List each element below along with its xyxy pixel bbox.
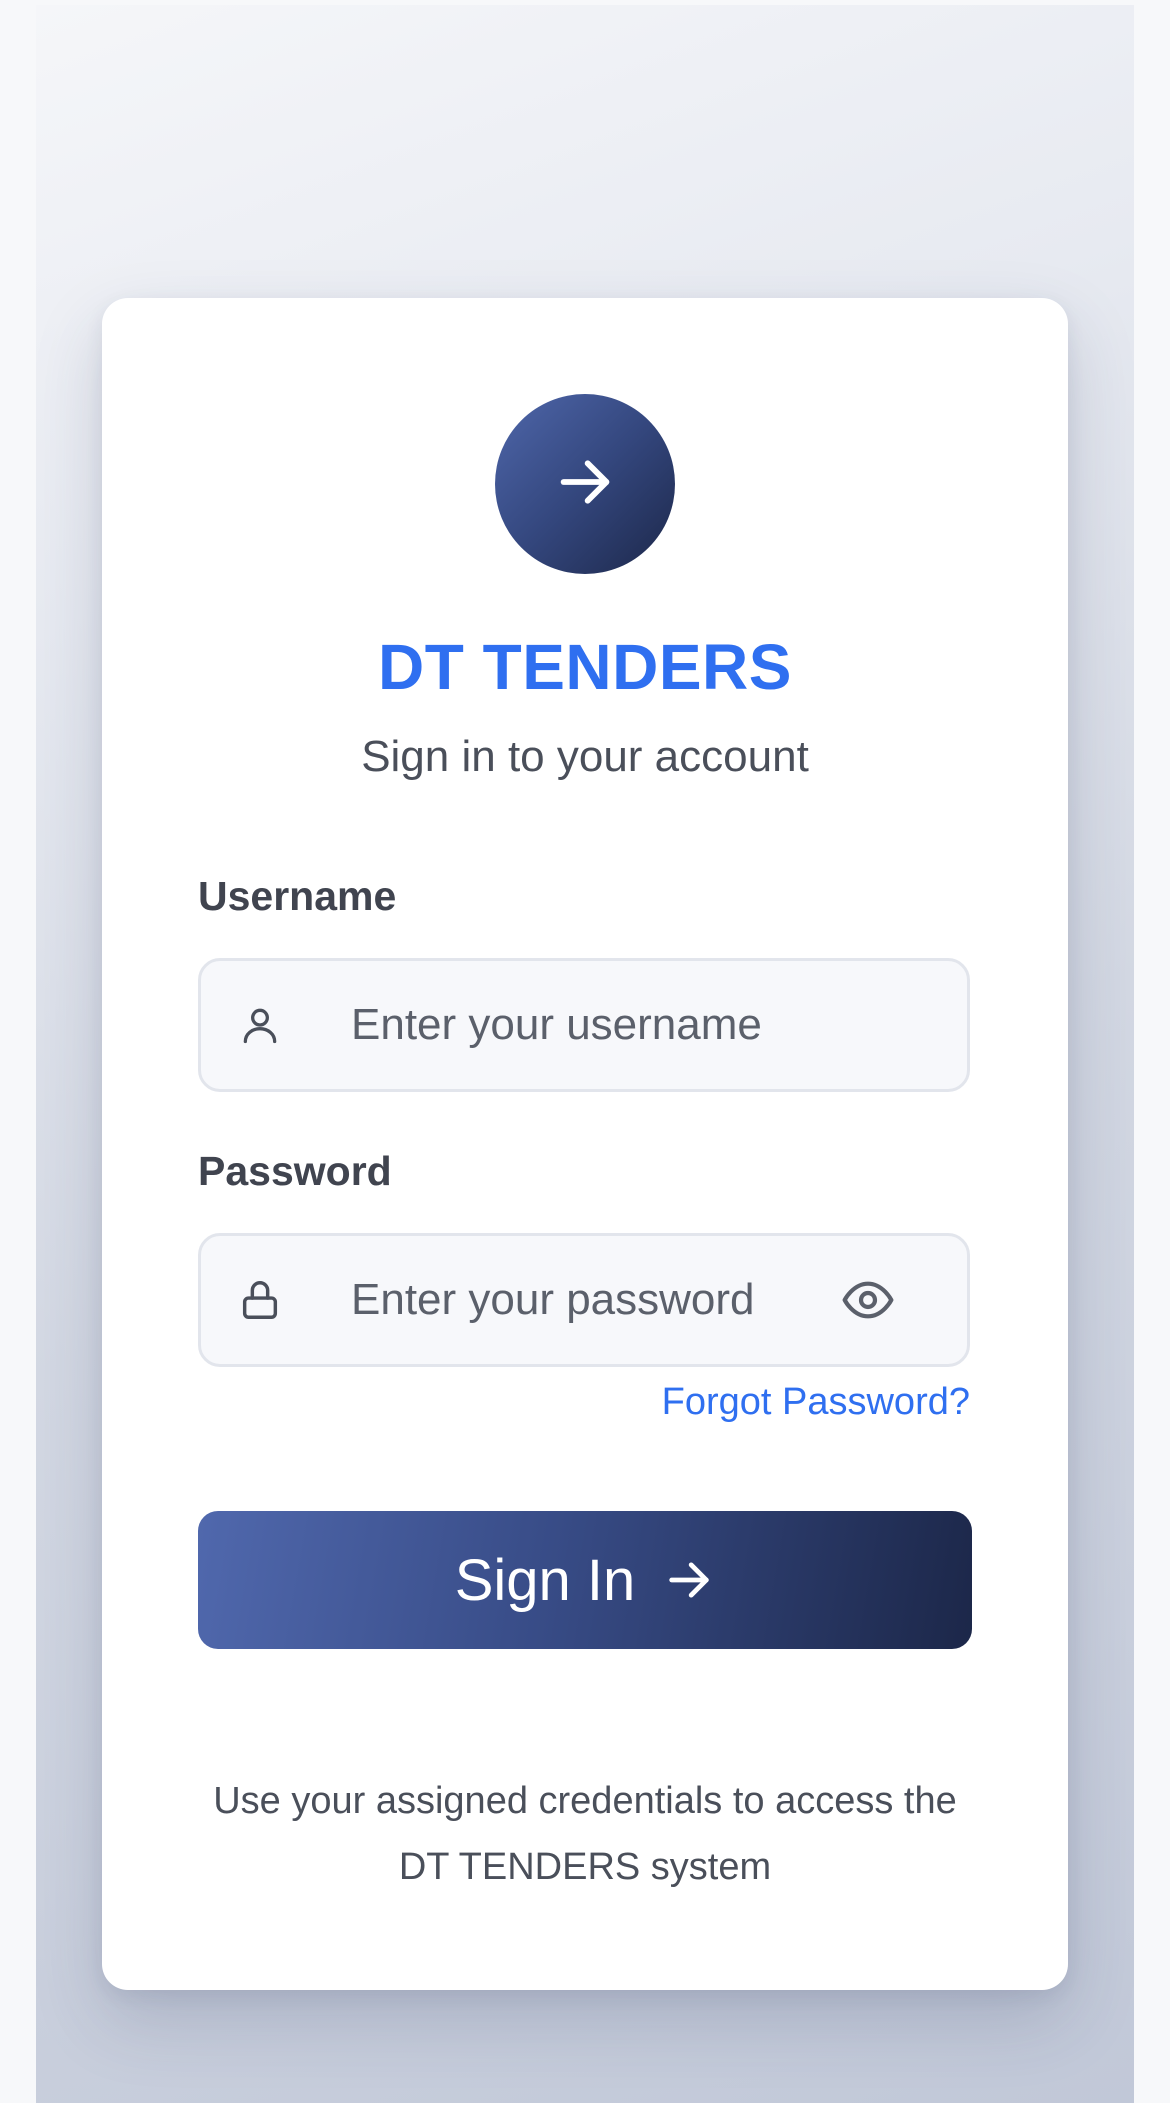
app-title: DT TENDERS <box>378 631 792 703</box>
password-placeholder: Enter your password <box>351 1275 755 1324</box>
login-card: DT TENDERS Sign in to your account Usern… <box>102 298 1068 1990</box>
logo-badge <box>495 394 675 574</box>
username-placeholder: Enter your username <box>351 1000 762 1049</box>
username-label: Username <box>198 873 397 919</box>
password-label: Password <box>198 1148 392 1194</box>
lock-icon <box>201 1236 318 1364</box>
arrow-right-icon <box>663 1554 715 1606</box>
username-field[interactable]: Enter your username <box>198 958 970 1092</box>
login-page: DT TENDERS Sign in to your account Usern… <box>36 5 1134 2103</box>
sign-in-button[interactable]: Sign In <box>198 1511 972 1649</box>
password-field[interactable]: Enter your password <box>198 1233 970 1367</box>
page-subtitle: Sign in to your account <box>361 732 809 781</box>
forgot-password-link[interactable]: Forgot Password? <box>662 1381 970 1424</box>
user-icon <box>201 961 318 1089</box>
sign-in-label: Sign In <box>454 1547 636 1613</box>
eye-icon[interactable] <box>837 1236 899 1364</box>
footer-note: Use your assigned credentials to access … <box>213 1780 957 1888</box>
arrow-right-icon <box>553 450 617 519</box>
